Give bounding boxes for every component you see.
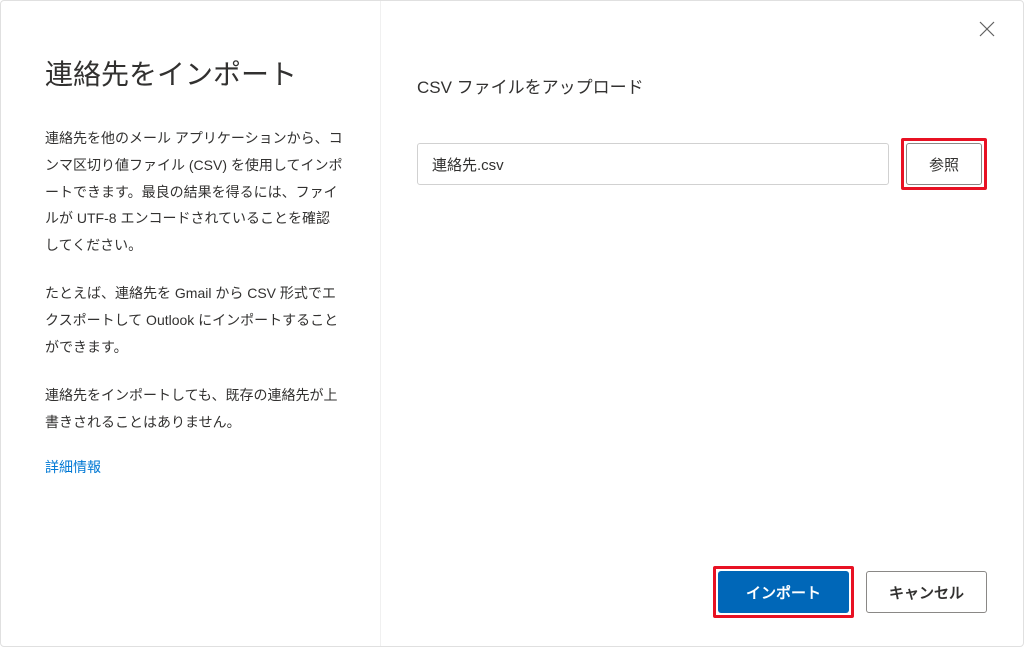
info-paragraph-1: 連絡先を他のメール アプリケーションから、コンマ区切り値ファイル (CSV) を… — [45, 125, 344, 258]
info-paragraph-3: 連絡先をインポートしても、既存の連絡先が上書きされることはありません。 — [45, 382, 344, 435]
info-paragraph-2: たとえば、連絡先を Gmail から CSV 形式でエクスポートして Outlo… — [45, 280, 344, 360]
dialog-title: 連絡先をインポート — [45, 57, 344, 93]
upload-title: CSV ファイルをアップロード — [417, 73, 987, 98]
file-row: 参照 — [417, 138, 987, 190]
info-panel: 連絡先をインポート 連絡先を他のメール アプリケーションから、コンマ区切り値ファ… — [1, 1, 381, 646]
more-info-link[interactable]: 詳細情報 — [45, 459, 101, 475]
browse-button[interactable]: 参照 — [906, 143, 982, 185]
dialog-footer: インポート キャンセル — [713, 566, 987, 618]
browse-highlight: 参照 — [901, 138, 987, 190]
import-highlight: インポート — [713, 566, 854, 618]
file-input[interactable] — [417, 143, 889, 185]
import-contacts-dialog: 連絡先をインポート 連絡先を他のメール アプリケーションから、コンマ区切り値ファ… — [0, 0, 1024, 647]
import-button[interactable]: インポート — [718, 571, 849, 613]
upload-panel: CSV ファイルをアップロード 参照 インポート キャンセル — [381, 1, 1023, 646]
cancel-button[interactable]: キャンセル — [866, 571, 987, 613]
